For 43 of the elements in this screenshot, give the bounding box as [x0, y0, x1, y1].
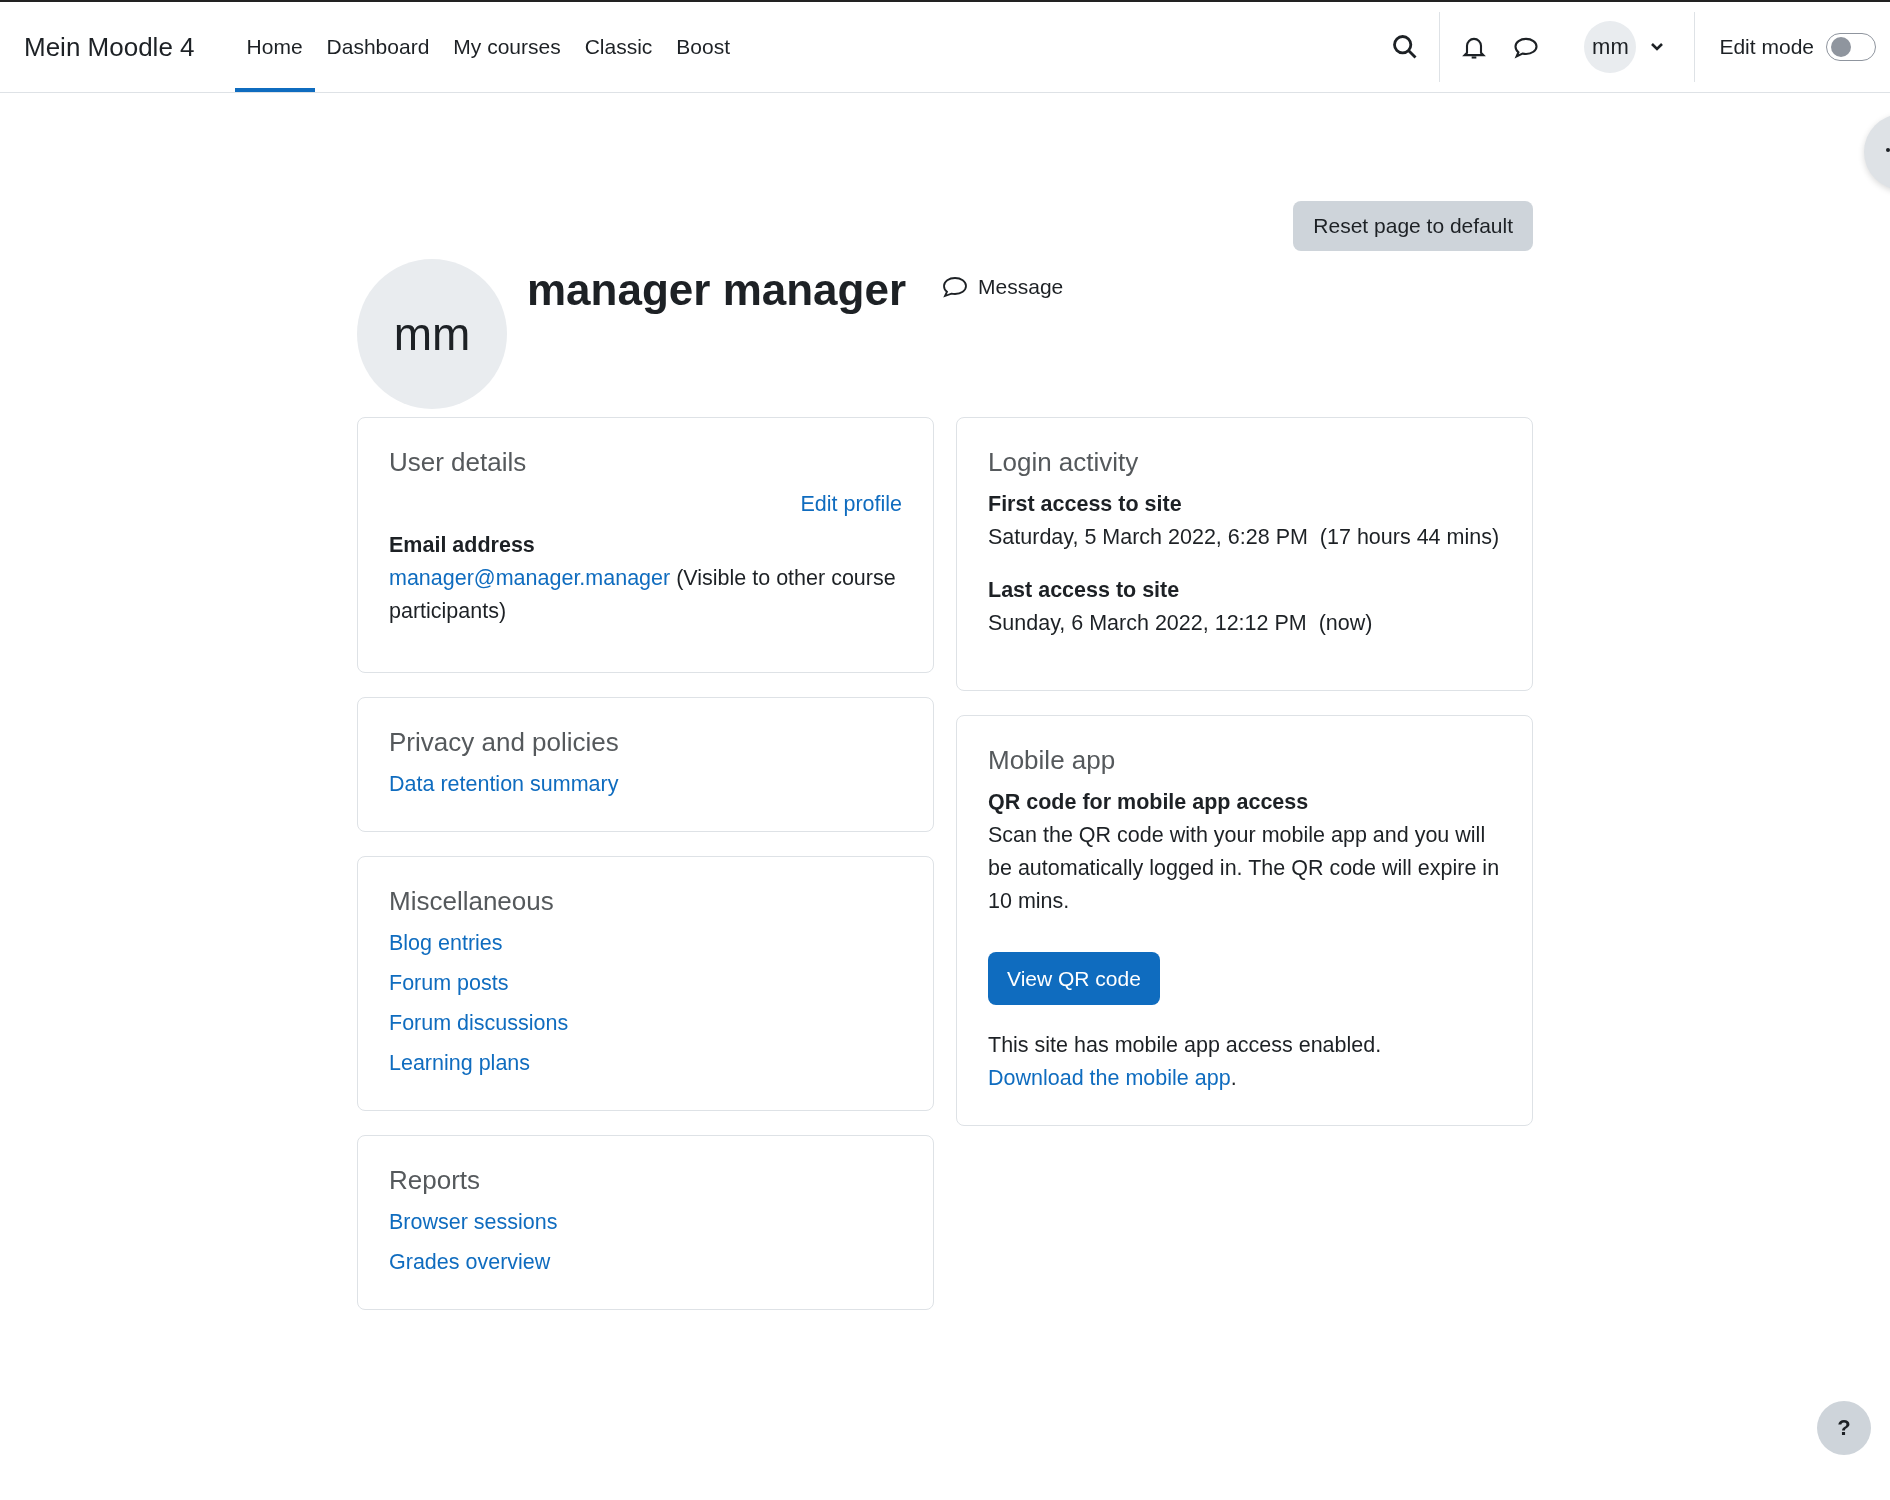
- field-label: Email address: [389, 532, 536, 559]
- card-link[interactable]: Data retention summary: [389, 768, 619, 801]
- reset-page-button[interactable]: Reset page to default: [1293, 201, 1533, 251]
- card-link[interactable]: Browser sessions: [389, 1206, 558, 1239]
- speech-bubble-icon: [942, 276, 969, 298]
- field-label: QR code for mobile app access: [988, 789, 1310, 816]
- card-link[interactable]: Grades overview: [389, 1246, 551, 1279]
- email-link[interactable]: manager@manager.manager: [389, 566, 671, 590]
- view-qr-code-button[interactable]: View QR code: [988, 952, 1160, 1005]
- field-value: Saturday, 5 March 2022, 6:28 PM (17 hours 44 mins): [988, 524, 1501, 551]
- card-link[interactable]: Forum posts: [389, 967, 509, 1000]
- field-label: First access to site: [988, 491, 1183, 518]
- nav-tab[interactable]: Home: [234, 2, 315, 92]
- nav-tab[interactable]: My courses: [441, 2, 573, 92]
- card-title: Mobile app: [988, 744, 1117, 777]
- card-title: Login activity: [988, 446, 1140, 479]
- user-avatar[interactable]: mm: [1584, 21, 1637, 73]
- card-title: Privacy and policies: [389, 726, 620, 759]
- message-link[interactable]: Message: [942, 275, 1064, 299]
- field-value: Sunday, 6 March 2022, 12:12 PM (now): [988, 610, 1374, 637]
- caret-icon[interactable]: [1650, 42, 1665, 52]
- card-link[interactable]: Learning plans: [389, 1047, 531, 1080]
- field-label: Last access to site: [988, 577, 1181, 604]
- card-link[interactable]: Forum discussions: [389, 1007, 569, 1040]
- user-name: manager manager: [527, 265, 907, 315]
- note-text: This site has mobile app access enabled.: [988, 1032, 1383, 1059]
- nav-tab[interactable]: Dashboard: [314, 2, 442, 92]
- edit-profile-link[interactable]: Edit profile: [800, 488, 902, 521]
- nav-tab[interactable]: Classic: [572, 2, 665, 92]
- card-title: Reports: [389, 1164, 482, 1197]
- card-title: Miscellaneous: [389, 885, 555, 918]
- card-link[interactable]: Blog entries: [389, 927, 503, 960]
- nav-tab[interactable]: Boost: [664, 2, 743, 92]
- download-link[interactable]: Download the mobile app: [988, 1066, 1231, 1090]
- edit-mode-label: Edit mode: [1719, 35, 1814, 59]
- download-text: Download the mobile app.: [988, 1065, 1238, 1092]
- card-title: User details: [389, 446, 528, 479]
- description-text: Scan the QR code with your mobile app and you will be automatically logged in. The QR code will expire in 10 mins.: [988, 822, 1501, 915]
- edit-mode-toggle[interactable]: [1826, 33, 1876, 61]
- site-name[interactable]: Mein Moodle 4: [24, 31, 195, 63]
- profile-avatar: mm: [357, 259, 507, 409]
- email-text: manager@manager.manager (Visible to other course participants): [389, 565, 897, 625]
- help-button[interactable]: ?: [1817, 1401, 1871, 1455]
